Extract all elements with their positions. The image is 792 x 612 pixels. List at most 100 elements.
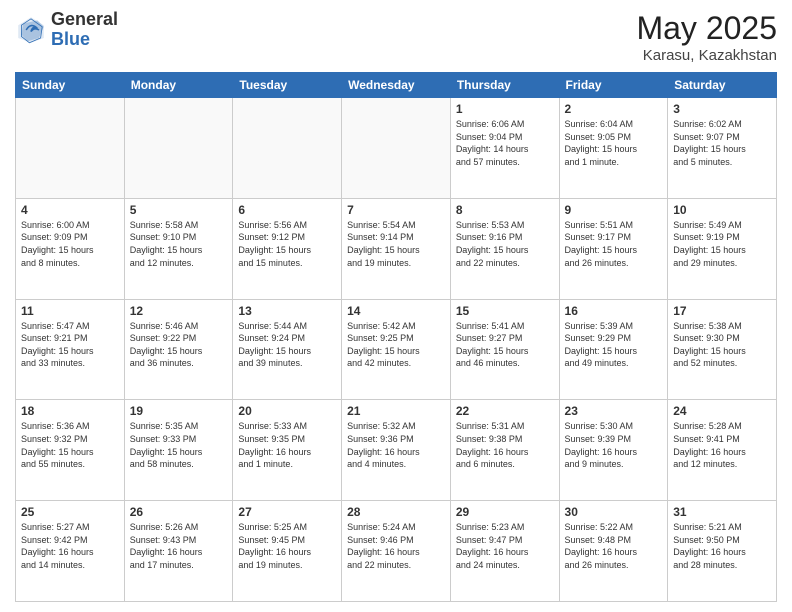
day-info: Sunrise: 5:44 AM Sunset: 9:24 PM Dayligh…: [238, 320, 336, 370]
day-number: 4: [21, 203, 119, 217]
col-header-wednesday: Wednesday: [342, 73, 451, 98]
day-cell-26: 26 Sunrise: 5:26 AM Sunset: 9:43 PM Dayli…: [124, 501, 233, 602]
day-cell-17: 17 Sunrise: 5:38 AM Sunset: 9:30 PM Dayli…: [668, 299, 777, 400]
day-number: 3: [673, 102, 771, 116]
day-number: 14: [347, 304, 445, 318]
day-number: 25: [21, 505, 119, 519]
day-info: Sunrise: 5:35 AM Sunset: 9:33 PM Dayligh…: [130, 420, 228, 470]
day-cell-24: 24 Sunrise: 5:28 AM Sunset: 9:41 PM Dayli…: [668, 400, 777, 501]
day-cell-27: 27Sunrise: 5:25 AM Sunset: 9:45 PM Dayli…: [233, 501, 342, 602]
day-cell-14: 14 Sunrise: 5:42 AM Sunset: 9:25 PM Dayli…: [342, 299, 451, 400]
day-number: 5: [130, 203, 228, 217]
day-info: Sunrise: 5:46 AM Sunset: 9:22 PM Dayligh…: [130, 320, 228, 370]
day-info: Sunrise: 5:26 AM Sunset: 9:43 PM Dayligh…: [130, 521, 228, 571]
day-info: Sunrise: 5:23 AM Sunset: 9:47 PM Dayligh…: [456, 521, 554, 571]
day-cell-19: 19 Sunrise: 5:35 AM Sunset: 9:33 PM Dayli…: [124, 400, 233, 501]
day-number: 30: [565, 505, 663, 519]
col-header-tuesday: Tuesday: [233, 73, 342, 98]
day-number: 31: [673, 505, 771, 519]
day-cell-4: 4 Sunrise: 6:00 AM Sunset: 9:09 PM Daylig…: [16, 198, 125, 299]
day-cell-20: 20 Sunrise: 5:33 AM Sunset: 9:35 PM Dayli…: [233, 400, 342, 501]
day-info: Sunrise: 6:00 AM Sunset: 9:09 PM Dayligh…: [21, 219, 119, 269]
day-cell-9: 9 Sunrise: 5:51 AM Sunset: 9:17 PM Daylig…: [559, 198, 668, 299]
day-number: 18: [21, 404, 119, 418]
col-header-sunday: Sunday: [16, 73, 125, 98]
day-cell-12: 12 Sunrise: 5:46 AM Sunset: 9:22 PM Dayli…: [124, 299, 233, 400]
day-cell-8: 8 Sunrise: 5:53 AM Sunset: 9:16 PM Daylig…: [450, 198, 559, 299]
day-info: Sunrise: 5:25 AM Sunset: 9:45 PM Dayligh…: [238, 521, 336, 571]
title-block: May 2025 Karasu, Kazakhstan: [636, 10, 777, 64]
day-info: Sunrise: 6:06 AM Sunset: 9:04 PM Dayligh…: [456, 118, 554, 168]
day-info: Sunrise: 5:38 AM Sunset: 9:30 PM Dayligh…: [673, 320, 771, 370]
day-cell-5: 5 Sunrise: 5:58 AM Sunset: 9:10 PM Daylig…: [124, 198, 233, 299]
logo-text: General Blue: [51, 10, 118, 50]
day-info: Sunrise: 5:42 AM Sunset: 9:25 PM Dayligh…: [347, 320, 445, 370]
day-info: Sunrise: 5:24 AM Sunset: 9:46 PM Dayligh…: [347, 521, 445, 571]
day-number: 1: [456, 102, 554, 116]
day-cell-13: 13 Sunrise: 5:44 AM Sunset: 9:24 PM Dayli…: [233, 299, 342, 400]
day-info: Sunrise: 5:51 AM Sunset: 9:17 PM Dayligh…: [565, 219, 663, 269]
day-number: 2: [565, 102, 663, 116]
day-cell-6: 6Sunrise: 5:56 AM Sunset: 9:12 PM Daylig…: [233, 198, 342, 299]
day-cell-22: 22Sunrise: 5:31 AM Sunset: 9:38 PM Dayli…: [450, 400, 559, 501]
day-cell-28: 28 Sunrise: 5:24 AM Sunset: 9:46 PM Dayli…: [342, 501, 451, 602]
day-number: 28: [347, 505, 445, 519]
day-info: Sunrise: 5:58 AM Sunset: 9:10 PM Dayligh…: [130, 219, 228, 269]
main-title: May 2025: [636, 10, 777, 47]
day-cell-15: 15 Sunrise: 5:41 AM Sunset: 9:27 PM Dayli…: [450, 299, 559, 400]
day-number: 7: [347, 203, 445, 217]
week-row-3: 11 Sunrise: 5:47 AM Sunset: 9:21 PM Dayli…: [16, 299, 777, 400]
empty-cell: [233, 98, 342, 199]
col-header-friday: Friday: [559, 73, 668, 98]
empty-cell: [342, 98, 451, 199]
header: General Blue May 2025 Karasu, Kazakhstan: [15, 10, 777, 64]
day-info: Sunrise: 5:36 AM Sunset: 9:32 PM Dayligh…: [21, 420, 119, 470]
day-cell-7: 7 Sunrise: 5:54 AM Sunset: 9:14 PM Daylig…: [342, 198, 451, 299]
day-number: 21: [347, 404, 445, 418]
day-info: Sunrise: 6:02 AM Sunset: 9:07 PM Dayligh…: [673, 118, 771, 168]
day-number: 19: [130, 404, 228, 418]
day-cell-3: 3 Sunrise: 6:02 AM Sunset: 9:07 PM Daylig…: [668, 98, 777, 199]
day-info: Sunrise: 5:56 AM Sunset: 9:12 PM Dayligh…: [238, 219, 336, 269]
day-number: 9: [565, 203, 663, 217]
day-number: 16: [565, 304, 663, 318]
day-cell-25: 25 Sunrise: 5:27 AM Sunset: 9:42 PM Dayli…: [16, 501, 125, 602]
day-number: 20: [238, 404, 336, 418]
day-cell-2: 2Sunrise: 6:04 AM Sunset: 9:05 PM Daylig…: [559, 98, 668, 199]
day-cell-31: 31 Sunrise: 5:21 AM Sunset: 9:50 PM Dayli…: [668, 501, 777, 602]
day-info: Sunrise: 5:47 AM Sunset: 9:21 PM Dayligh…: [21, 320, 119, 370]
day-number: 23: [565, 404, 663, 418]
empty-cell: [16, 98, 125, 199]
day-cell-29: 29 Sunrise: 5:23 AM Sunset: 9:47 PM Dayli…: [450, 501, 559, 602]
day-info: Sunrise: 5:33 AM Sunset: 9:35 PM Dayligh…: [238, 420, 336, 470]
day-info: Sunrise: 5:28 AM Sunset: 9:41 PM Dayligh…: [673, 420, 771, 470]
logo-blue: Blue: [51, 30, 118, 50]
day-info: Sunrise: 5:22 AM Sunset: 9:48 PM Dayligh…: [565, 521, 663, 571]
day-info: Sunrise: 5:27 AM Sunset: 9:42 PM Dayligh…: [21, 521, 119, 571]
day-number: 8: [456, 203, 554, 217]
subtitle: Karasu, Kazakhstan: [636, 47, 777, 64]
day-info: Sunrise: 5:32 AM Sunset: 9:36 PM Dayligh…: [347, 420, 445, 470]
day-number: 15: [456, 304, 554, 318]
week-row-4: 18 Sunrise: 5:36 AM Sunset: 9:32 PM Dayli…: [16, 400, 777, 501]
day-info: Sunrise: 5:53 AM Sunset: 9:16 PM Dayligh…: [456, 219, 554, 269]
week-row-5: 25 Sunrise: 5:27 AM Sunset: 9:42 PM Dayli…: [16, 501, 777, 602]
day-info: Sunrise: 5:54 AM Sunset: 9:14 PM Dayligh…: [347, 219, 445, 269]
day-number: 11: [21, 304, 119, 318]
calendar: SundayMondayTuesdayWednesdayThursdayFrid…: [15, 72, 777, 602]
day-cell-30: 30 Sunrise: 5:22 AM Sunset: 9:48 PM Dayli…: [559, 501, 668, 602]
day-number: 17: [673, 304, 771, 318]
day-info: Sunrise: 5:41 AM Sunset: 9:27 PM Dayligh…: [456, 320, 554, 370]
day-number: 29: [456, 505, 554, 519]
logo: General Blue: [15, 10, 118, 50]
day-number: 13: [238, 304, 336, 318]
week-row-1: 1 Sunrise: 6:06 AM Sunset: 9:04 PM Daylig…: [16, 98, 777, 199]
day-number: 24: [673, 404, 771, 418]
page: General Blue May 2025 Karasu, Kazakhstan…: [0, 0, 792, 612]
empty-cell: [124, 98, 233, 199]
day-info: Sunrise: 5:21 AM Sunset: 9:50 PM Dayligh…: [673, 521, 771, 571]
col-header-thursday: Thursday: [450, 73, 559, 98]
day-cell-18: 18 Sunrise: 5:36 AM Sunset: 9:32 PM Dayli…: [16, 400, 125, 501]
day-number: 12: [130, 304, 228, 318]
day-number: 26: [130, 505, 228, 519]
